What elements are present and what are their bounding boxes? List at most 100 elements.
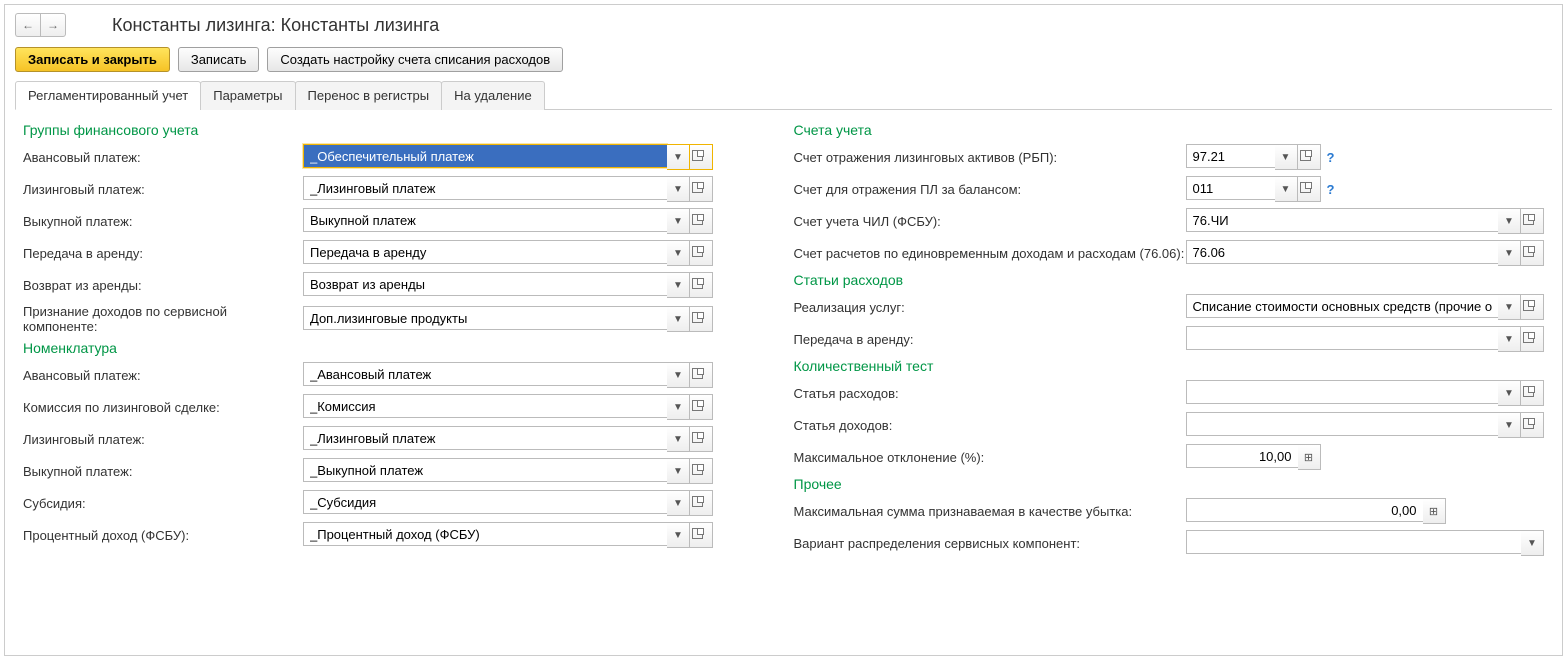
acc-rbp-input[interactable] [1186,144,1275,168]
dropdown-icon[interactable]: ▼ [667,240,690,266]
label-exp-transfer: Передача в аренду: [794,332,1186,347]
label-acc-chil: Счет учета ЧИЛ (ФСБУ): [794,214,1186,229]
nom-commission-input[interactable] [303,394,667,418]
dropdown-icon[interactable]: ▼ [1275,144,1298,170]
section-expenses: Статьи расходов [794,272,1545,288]
tab-transfer-registers[interactable]: Перенос в регистры [295,81,443,110]
test-dev-input[interactable] [1186,444,1298,468]
dropdown-icon[interactable]: ▼ [1498,240,1521,266]
create-expense-setting-button[interactable]: Создать настройку счета списания расходо… [267,47,563,72]
dropdown-icon[interactable]: ▼ [667,490,690,516]
exp-real-input[interactable] [1186,294,1499,318]
return-rent-input[interactable] [303,272,667,296]
section-accounts: Счета учета [794,122,1545,138]
dropdown-icon[interactable]: ▼ [1498,380,1521,406]
open-icon[interactable] [690,272,713,298]
other-dist-input[interactable] [1186,530,1522,554]
dropdown-icon[interactable]: ▼ [1275,176,1298,202]
buyout-payment-input[interactable] [303,208,667,232]
open-icon[interactable] [690,522,713,548]
label-test-exp: Статья расходов: [794,386,1186,401]
open-icon[interactable] [690,426,713,452]
dropdown-icon[interactable]: ▼ [1498,208,1521,234]
label-advance-payment: Авансовый платеж: [23,150,303,165]
transfer-rent-input[interactable] [303,240,667,264]
nav-back-button[interactable]: ← [15,13,40,37]
dropdown-icon[interactable]: ▼ [667,306,690,332]
dropdown-icon[interactable]: ▼ [1521,530,1544,556]
open-icon[interactable] [1521,326,1544,352]
open-icon[interactable] [1521,240,1544,266]
open-icon[interactable] [1521,380,1544,406]
service-income-input[interactable] [303,306,667,330]
open-icon[interactable] [1521,412,1544,438]
exp-transfer-input[interactable] [1186,326,1499,350]
open-icon[interactable] [690,490,713,516]
dropdown-icon[interactable]: ▼ [667,362,690,388]
open-icon[interactable] [690,458,713,484]
label-other-max: Максимальная сумма признаваемая в качест… [794,504,1186,519]
other-max-input[interactable] [1186,498,1423,522]
nom-buyout-input[interactable] [303,458,667,482]
nom-subsidy-input[interactable] [303,490,667,514]
label-acc-pl: Счет для отражения ПЛ за балансом: [794,182,1186,197]
acc-chil-input[interactable] [1186,208,1499,232]
label-nom-interest: Процентный доход (ФСБУ): [23,528,303,543]
section-quant-test: Количественный тест [794,358,1545,374]
open-icon[interactable] [1298,176,1321,202]
open-icon[interactable] [1521,208,1544,234]
label-buyout-payment: Выкупной платеж: [23,214,303,229]
open-icon[interactable] [690,208,713,234]
acc-7606-input[interactable] [1186,240,1499,264]
help-icon[interactable]: ? [1327,150,1335,165]
label-return-rent: Возврат из аренды: [23,278,303,293]
tab-to-delete[interactable]: На удаление [441,81,545,110]
label-nom-leasing: Лизинговый платеж: [23,432,303,447]
acc-pl-input[interactable] [1186,176,1275,200]
save-close-button[interactable]: Записать и закрыть [15,47,170,72]
nom-advance-input[interactable] [303,362,667,386]
label-test-inc: Статья доходов: [794,418,1186,433]
label-acc-7606: Счет расчетов по единовременным доходам … [794,246,1186,261]
open-icon[interactable] [1298,144,1321,170]
label-other-dist: Вариант распределения сервисных компонен… [794,536,1186,551]
dropdown-icon[interactable]: ▼ [1498,326,1521,352]
label-leasing-payment: Лизинговый платеж: [23,182,303,197]
open-icon[interactable] [690,144,713,170]
tab-params[interactable]: Параметры [200,81,295,110]
page-title: Константы лизинга: Константы лизинга [112,15,439,36]
open-icon[interactable] [690,240,713,266]
save-button[interactable]: Записать [178,47,260,72]
open-icon[interactable] [690,362,713,388]
dropdown-icon[interactable]: ▼ [667,144,690,170]
nav-forward-button[interactable]: → [40,13,66,37]
open-icon[interactable] [690,394,713,420]
advance-payment-input[interactable] [303,144,667,168]
nom-interest-input[interactable] [303,522,667,546]
test-inc-input[interactable] [1186,412,1499,436]
dropdown-icon[interactable]: ▼ [667,458,690,484]
test-exp-input[interactable] [1186,380,1499,404]
calculator-icon[interactable]: ⊞ [1298,444,1321,470]
dropdown-icon[interactable]: ▼ [667,394,690,420]
open-icon[interactable] [690,176,713,202]
label-nom-subsidy: Субсидия: [23,496,303,511]
label-nom-commission: Комиссия по лизинговой сделке: [23,400,303,415]
dropdown-icon[interactable]: ▼ [667,272,690,298]
section-other: Прочее [794,476,1545,492]
open-icon[interactable] [690,306,713,332]
calculator-icon[interactable]: ⊞ [1423,498,1446,524]
dropdown-icon[interactable]: ▼ [667,208,690,234]
label-transfer-rent: Передача в аренду: [23,246,303,261]
dropdown-icon[interactable]: ▼ [667,176,690,202]
label-nom-buyout: Выкупной платеж: [23,464,303,479]
dropdown-icon[interactable]: ▼ [667,426,690,452]
nom-leasing-input[interactable] [303,426,667,450]
tab-reg-accounting[interactable]: Регламентированный учет [15,81,201,110]
leasing-payment-input[interactable] [303,176,667,200]
help-icon[interactable]: ? [1327,182,1335,197]
dropdown-icon[interactable]: ▼ [1498,294,1521,320]
dropdown-icon[interactable]: ▼ [667,522,690,548]
dropdown-icon[interactable]: ▼ [1498,412,1521,438]
open-icon[interactable] [1521,294,1544,320]
